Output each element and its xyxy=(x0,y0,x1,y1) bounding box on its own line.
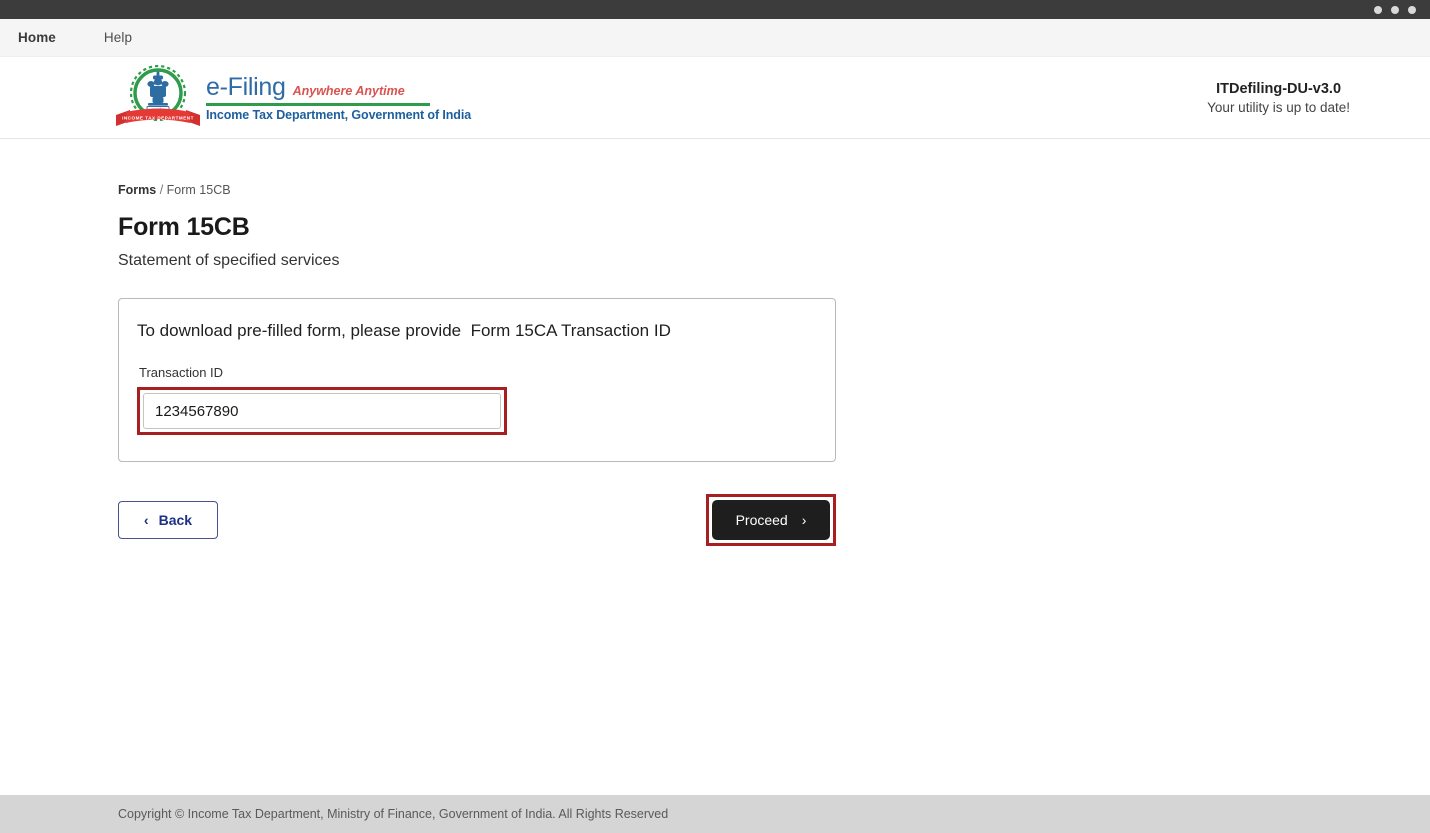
top-navigation-bar: Home Help xyxy=(0,19,1430,57)
chevron-left-icon: ‹ xyxy=(143,512,149,528)
brand-title-row: e-Filing Anywhere Anytime xyxy=(206,73,471,102)
brand-divider-rule xyxy=(206,103,430,106)
back-button-label: Back xyxy=(158,512,193,528)
utility-version-name: ITDefiling-DU-v3.0 xyxy=(1216,80,1342,97)
chevron-right-icon: › xyxy=(801,512,807,528)
proceed-button-label: Proceed xyxy=(735,512,788,528)
transaction-id-card: To download pre-filled form, please prov… xyxy=(118,298,836,462)
brand-department: Income Tax Department, Government of Ind… xyxy=(206,107,472,122)
page-footer: Copyright © Income Tax Department, Minis… xyxy=(0,795,1430,833)
utility-version-block: ITDefiling-DU-v3.0 Your utility is up to… xyxy=(1207,81,1350,115)
utility-version-status: Your utility is up to date! xyxy=(1207,99,1350,115)
breadcrumb: Forms / Form 15CB xyxy=(118,183,1430,197)
proceed-button[interactable]: Proceed › xyxy=(712,500,830,540)
proceed-highlight-box: Proceed › xyxy=(706,494,836,546)
window-title-bar xyxy=(0,0,1430,19)
brand-text-block: e-Filing Anywhere Anytime Income Tax Dep… xyxy=(206,73,471,122)
transaction-id-highlight-box xyxy=(137,387,507,435)
card-heading: To download pre-filled form, please prov… xyxy=(137,321,671,340)
breadcrumb-separator: / xyxy=(159,183,164,197)
window-minimize-dot[interactable] xyxy=(1374,5,1382,14)
brand-title: e-Filing xyxy=(206,73,286,102)
main-content: Forms / Form 15CB Form 15CB Statement of… xyxy=(0,139,1430,783)
brand-block: सत्यमेव INCOME TAX DEPARTMENT e-Filing A… xyxy=(112,63,471,133)
footer-copyright-text: Copyright © Income Tax Department, Minis… xyxy=(118,807,669,821)
page-title: Form 15CB xyxy=(118,213,250,241)
page-subtitle: Statement of specified services xyxy=(118,252,340,269)
form-action-row: ‹ Back Proceed › xyxy=(118,494,836,546)
transaction-id-label: Transaction ID xyxy=(139,365,224,380)
window-maximize-dot[interactable] xyxy=(1391,5,1399,14)
transaction-id-input[interactable] xyxy=(143,393,501,429)
site-header: सत्यमेव INCOME TAX DEPARTMENT e-Filing A… xyxy=(0,57,1430,139)
breadcrumb-item-current: Form 15CB xyxy=(166,183,231,197)
nav-item-home[interactable]: Home xyxy=(18,30,56,45)
brand-tagline: Anywhere Anytime xyxy=(292,84,405,99)
nav-item-help[interactable]: Help xyxy=(104,30,132,45)
window-controls xyxy=(1374,5,1416,14)
income-tax-emblem-icon: सत्यमेव INCOME TAX DEPARTMENT xyxy=(116,64,200,126)
back-button[interactable]: ‹ Back xyxy=(118,501,218,539)
svg-text:INCOME TAX DEPARTMENT: INCOME TAX DEPARTMENT xyxy=(122,115,194,120)
breadcrumb-item-forms[interactable]: Forms xyxy=(118,183,156,197)
window-close-dot[interactable] xyxy=(1408,5,1416,14)
